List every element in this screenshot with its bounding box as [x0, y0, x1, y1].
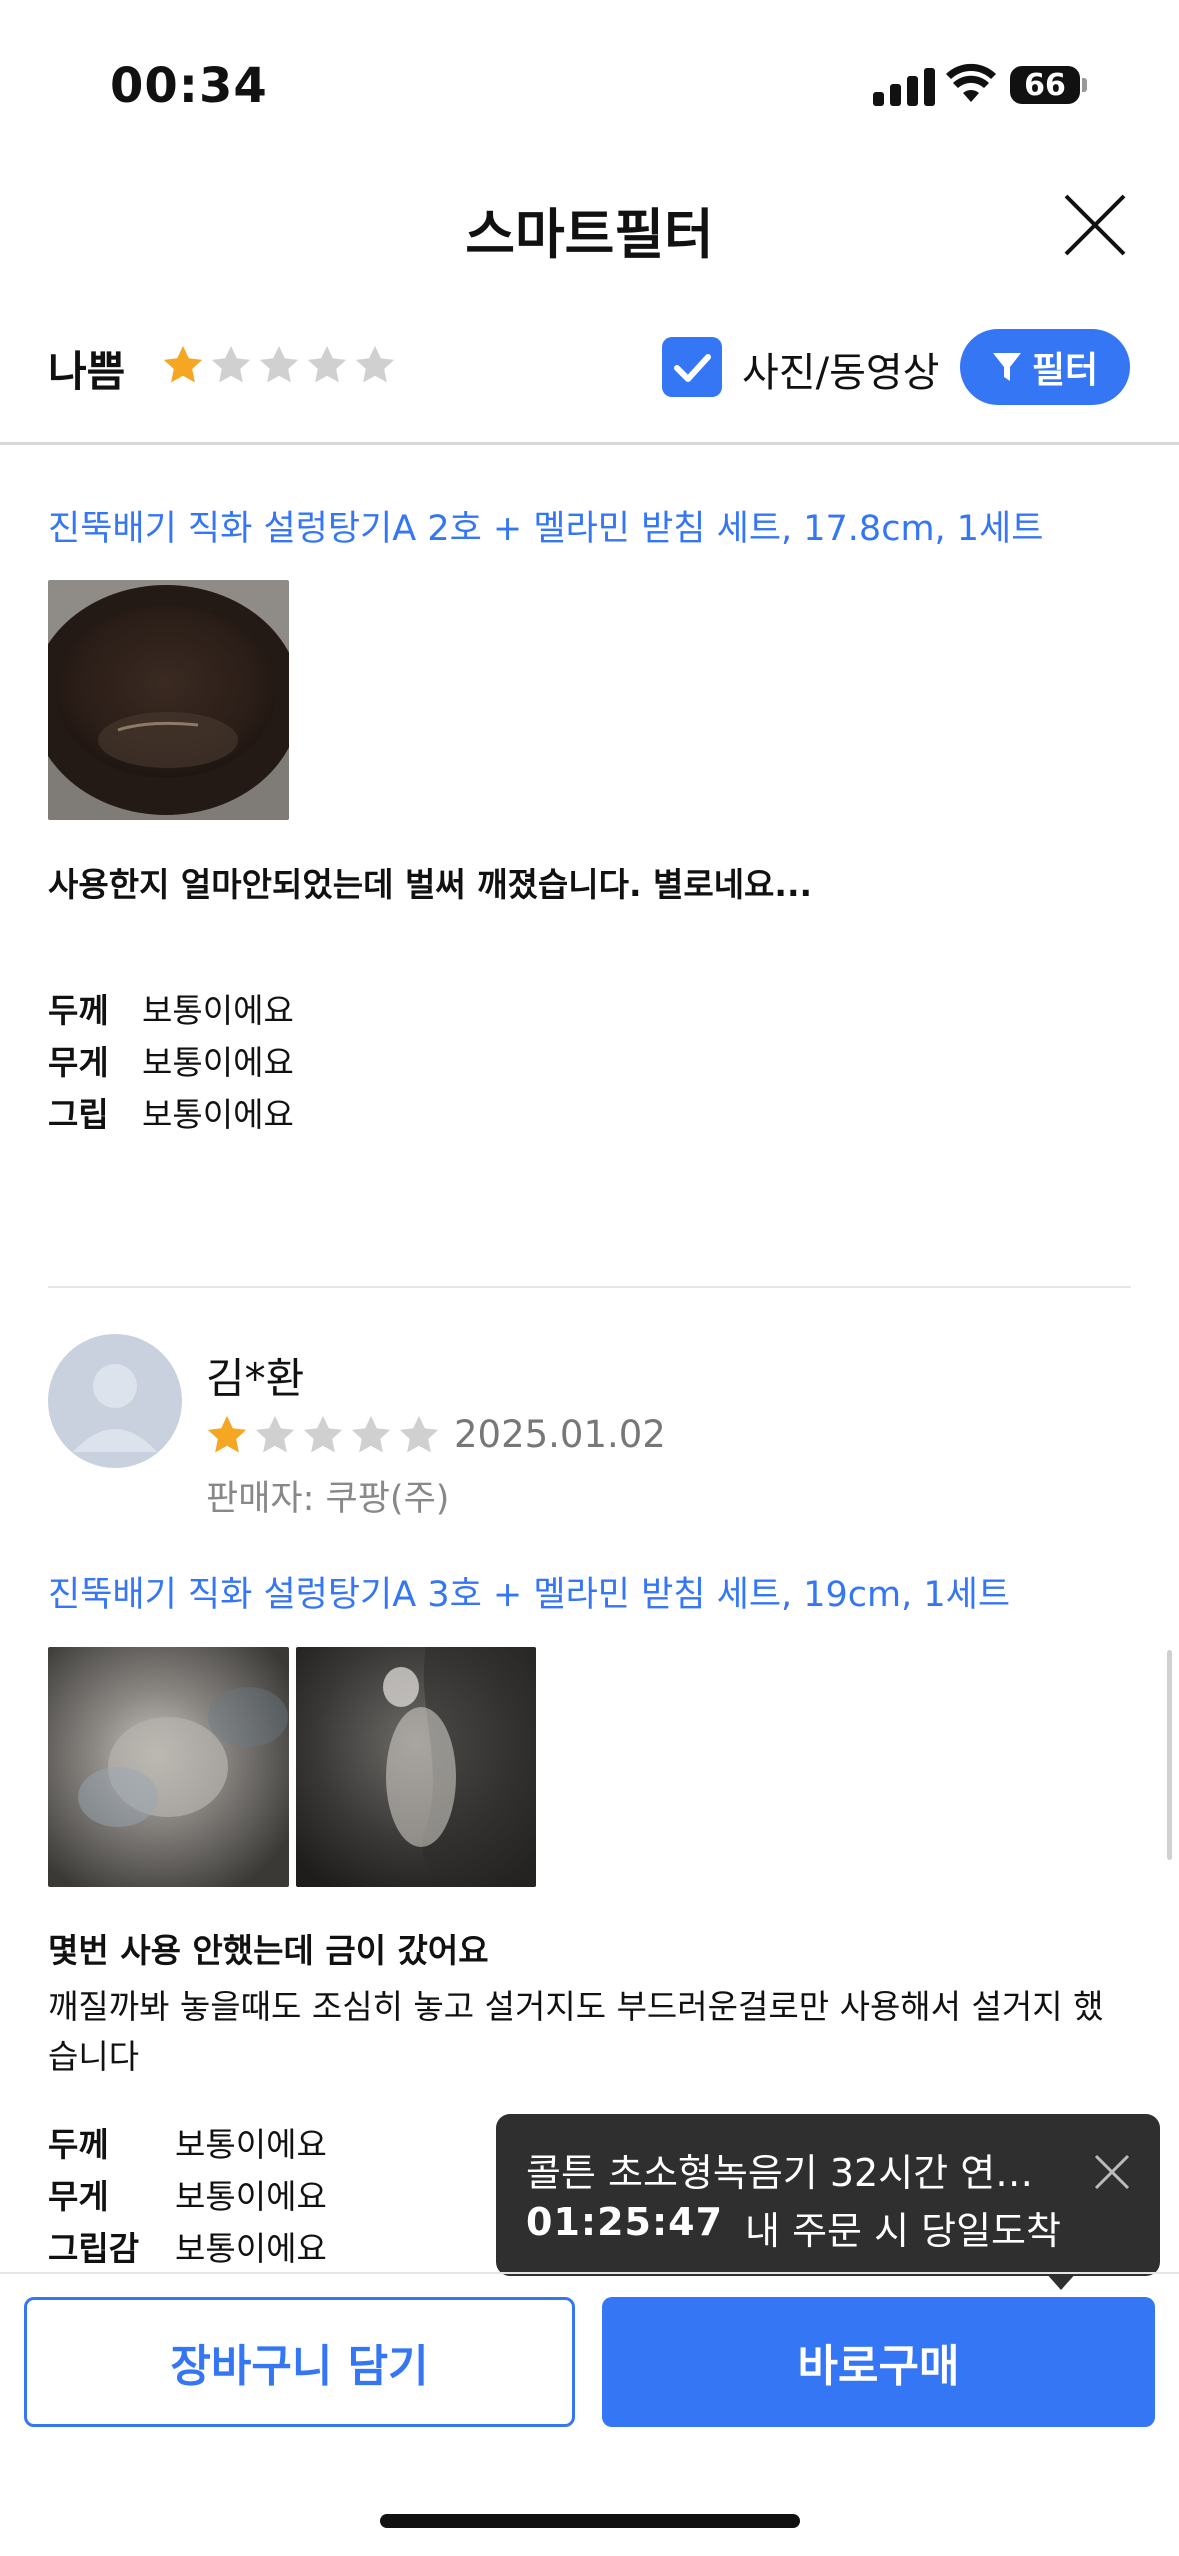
toast-product: 콜튼 초소형녹음기 32시간 연…	[526, 2151, 1034, 2195]
cellular-signal-icon	[873, 66, 935, 106]
review-product-link[interactable]: 진뚝배기 직화 설렁탕기A 2호 + 멜라민 받침 세트, 17.8cm, 1세…	[48, 500, 1043, 551]
star-empty-icon	[307, 345, 347, 383]
attribute-row: 그립감 보통이에요	[48, 2222, 327, 2274]
star-empty-icon	[355, 345, 395, 383]
page-title: 스마트필터	[465, 203, 714, 266]
bottom-bar-divider	[0, 2272, 1179, 2274]
attribute-key: 그립감	[48, 2229, 140, 2268]
toast-countdown: 01:25:47	[526, 2200, 724, 2244]
attribute-key: 그립	[48, 1095, 109, 1134]
attribute-row: 그립 보통이에요	[48, 1088, 294, 1140]
review-product-link[interactable]: 진뚝배기 직화 설렁탕기A 3호 + 멜라민 받침 세트, 19cm, 1세트	[48, 1566, 1010, 1617]
toast-delivery-line: 01:25:47 내 주문 시 당일도착	[526, 2200, 1061, 2255]
attribute-key: 두께	[48, 991, 109, 1030]
attribute-row: 두께 보통이에요	[48, 984, 294, 1036]
review-photo[interactable]	[48, 1647, 289, 1887]
funnel-icon	[992, 353, 1021, 381]
filter-button[interactable]: 필터	[960, 329, 1130, 405]
star-filled-icon	[163, 345, 203, 383]
scrollbar[interactable]	[1167, 1650, 1172, 1860]
review-photo[interactable]	[48, 580, 289, 820]
user-icon	[73, 1364, 157, 1452]
home-indicator[interactable]	[380, 2514, 800, 2528]
attribute-key: 무게	[48, 2177, 109, 2216]
attribute-key: 무게	[48, 1043, 109, 1082]
star-empty-icon	[255, 1415, 295, 1453]
delivery-toast[interactable]: 콜튼 초소형녹음기 32시간 연… 01:25:47 내 주문 시 당일도착	[496, 2114, 1160, 2276]
star-filled-icon	[207, 1415, 247, 1453]
review-divider	[48, 1286, 1131, 1288]
toast-message: 내 주문 시 당일도착	[745, 2209, 1061, 2253]
close-icon[interactable]	[1060, 190, 1130, 260]
review-attributes: 두께 보통이에요 무게 보통이에요 그립 보통이에요	[48, 984, 294, 1140]
battery-icon: 66	[1010, 66, 1080, 104]
attribute-value: 보통이에요	[175, 2229, 327, 2268]
review-date: 2025.01.02	[454, 1413, 666, 1456]
buy-now-button[interactable]: 바로구매	[602, 2297, 1155, 2427]
review-title: 몇번 사용 안했는데 금이 갔어요	[48, 1931, 489, 1970]
review-body: 깨질까봐 놓을때도 조심히 놓고 설거지도 부드러운걸로만 사용해서 설거지 했…	[48, 1982, 1103, 2082]
attribute-row: 무게 보통이에요	[48, 1036, 294, 1088]
star-empty-icon	[399, 1415, 439, 1453]
battery-level: 66	[1024, 67, 1066, 103]
attribute-value: 보통이에요	[142, 991, 294, 1030]
star-empty-icon	[259, 345, 299, 383]
review-attributes: 두께 보통이에요 무게 보통이에요 그립감 보통이에요	[48, 2118, 327, 2274]
close-icon[interactable]	[1092, 2152, 1132, 2192]
toast-pointer	[1045, 2272, 1077, 2290]
rating-filter-label[interactable]: 나쁨	[48, 338, 125, 399]
review-body-line: 습니다	[48, 2037, 140, 2076]
photo-video-checkbox[interactable]	[662, 337, 722, 397]
review-title: 사용한지 얼마안되었는데 벌써 깨졌습니다. 별로네요...	[48, 865, 813, 904]
avatar	[48, 1334, 182, 1468]
review-photo[interactable]	[296, 1647, 536, 1887]
status-time: 00:34	[110, 58, 268, 114]
attribute-row: 무게 보통이에요	[48, 2170, 327, 2222]
filter-button-label: 필터	[1031, 350, 1099, 391]
wifi-icon	[946, 63, 996, 102]
attribute-value: 보통이에요	[175, 2177, 327, 2216]
reviewer-name: 김*환	[206, 1354, 305, 1403]
attribute-row: 두께 보통이에요	[48, 2118, 327, 2170]
rating-filter-stars[interactable]	[160, 342, 398, 388]
add-to-cart-button[interactable]: 장바구니 담기	[24, 2297, 575, 2427]
attribute-value: 보통이에요	[142, 1043, 294, 1082]
battery-tip	[1082, 78, 1087, 92]
star-empty-icon	[211, 345, 251, 383]
seller-name: 판매자: 쿠팡(주)	[206, 1479, 450, 1519]
star-empty-icon	[303, 1415, 343, 1453]
attribute-value: 보통이에요	[175, 2125, 327, 2164]
review-stars	[204, 1412, 442, 1458]
star-empty-icon	[351, 1415, 391, 1453]
attribute-key: 두께	[48, 2125, 109, 2164]
header-divider	[0, 442, 1179, 445]
review-body-line: 깨질까봐 놓을때도 조심히 놓고 설거지도 부드러운걸로만 사용해서 설거지 했	[48, 1987, 1104, 2026]
photo-video-label[interactable]: 사진/동영상	[742, 340, 939, 398]
attribute-value: 보통이에요	[142, 1095, 294, 1134]
